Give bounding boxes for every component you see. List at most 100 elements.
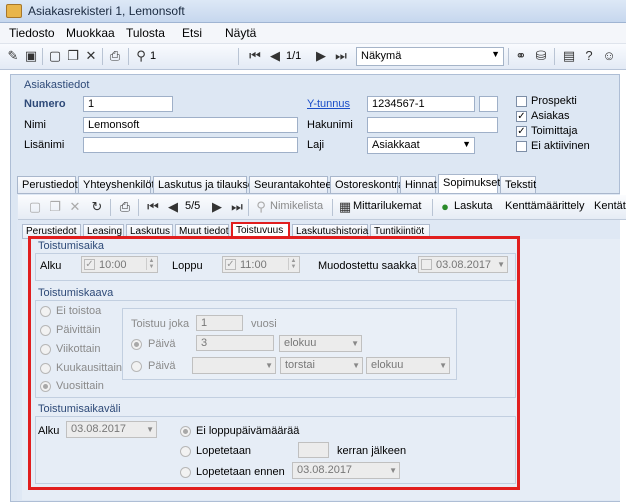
prospekti-checkbox[interactable]: [516, 96, 527, 107]
end-by-field: 03.08.2017 ▼: [292, 462, 400, 479]
search-icon[interactable]: ⚲: [254, 200, 268, 214]
last-record-icon[interactable]: ⏭: [230, 200, 244, 214]
mittarilukemat-button[interactable]: Mittarilukemat: [353, 200, 421, 212]
chevron-down-icon: ▼: [265, 361, 273, 370]
nimikelista-button[interactable]: Nimikelista: [270, 200, 323, 212]
binoculars-icon[interactable]: ⚲: [134, 49, 148, 63]
start-time-label: Alku: [40, 260, 62, 272]
menu-tulosta[interactable]: Tulosta: [126, 26, 165, 40]
print-icon[interactable]: ⎙: [108, 49, 122, 63]
previous-record-icon[interactable]: ◀: [268, 49, 282, 63]
kenttamaarittely-button[interactable]: Kenttämäärittely: [505, 200, 584, 212]
day-field: 3: [196, 335, 274, 351]
spinner-icon: ▲ ▼: [288, 258, 298, 270]
menu-tiedosto[interactable]: Tiedosto: [9, 26, 55, 40]
ei-aktiivinen-checkbox[interactable]: [516, 141, 527, 152]
radio-end-by[interactable]: [180, 467, 191, 478]
day2-month-value: elokuu: [371, 359, 404, 371]
chevron-down-icon: ▼: [352, 361, 360, 370]
range-start-label: Alku: [38, 425, 60, 437]
nimi-label: Nimi: [24, 119, 46, 131]
day2-label: Päivä: [148, 360, 176, 372]
hakunimi-field[interactable]: [367, 117, 498, 133]
radio-kuukausittain[interactable]: [40, 363, 51, 374]
laskuta-button[interactable]: Laskuta: [454, 200, 493, 212]
recurrence-pattern-title: Toistumiskaava: [38, 287, 114, 299]
copy-icon[interactable]: ❐: [66, 49, 80, 63]
nimi-field[interactable]: Lemonsoft: [83, 117, 298, 133]
tab-hinnat[interactable]: Hinnat: [400, 176, 437, 194]
copy-icon[interactable]: ❐: [48, 200, 62, 214]
delete-icon[interactable]: ✕: [84, 49, 98, 63]
new-icon[interactable]: ▢: [28, 200, 42, 214]
asiakas-checkbox[interactable]: ✓: [516, 111, 527, 122]
tab-seurantakohteet[interactable]: Seurantakohteet: [249, 176, 335, 194]
radio-weekday-of-month[interactable]: [131, 361, 142, 372]
user-icon[interactable]: ☺: [602, 49, 616, 63]
radio-vuosittain[interactable]: [40, 381, 51, 392]
tab-laskutus-ja-tilaukset[interactable]: Laskutus ja tilaukset: [153, 176, 257, 194]
next-record-icon[interactable]: ▶: [210, 200, 224, 214]
database-icon[interactable]: ⛁: [534, 49, 548, 63]
spinner-icon: ▲ ▼: [146, 258, 156, 270]
radio-paivittain[interactable]: [40, 325, 51, 336]
ytunnus-link[interactable]: Y-tunnus: [307, 98, 350, 110]
hakunimi-label: Hakunimi: [307, 119, 353, 131]
radio-end-after[interactable]: [180, 446, 191, 457]
vuosittain-label: Vuosittain: [56, 380, 104, 392]
menu-nayta[interactable]: Näytä: [225, 26, 256, 40]
ytunnus-extra-field[interactable]: [479, 96, 498, 112]
invoice-icon[interactable]: ●: [438, 200, 452, 214]
save-icon[interactable]: ▣: [24, 49, 38, 63]
title-bar: Asiakasrekisteri 1, Lemonsoft: [0, 0, 626, 23]
kentat-button[interactable]: Kentät: [594, 200, 626, 212]
first-record-icon[interactable]: ⏮: [146, 200, 160, 214]
edit-icon[interactable]: ✎: [6, 49, 20, 63]
chevron-down-icon: ▼: [462, 139, 471, 149]
ytunnus-field[interactable]: 1234567-1: [367, 96, 475, 112]
ei-aktiivinen-label: Ei aktiivinen: [531, 140, 590, 152]
link-icon[interactable]: ⚭: [514, 49, 528, 63]
print-icon[interactable]: ⎙: [118, 200, 132, 214]
asiakas-label: Asiakas: [531, 110, 570, 122]
radio-viikottain[interactable]: [40, 344, 51, 355]
help-icon[interactable]: ?: [582, 49, 596, 63]
next-record-icon[interactable]: ▶: [314, 49, 328, 63]
menu-muokkaa[interactable]: Muokkaa: [66, 26, 115, 40]
modified-until-label: Muodostettu saakka: [318, 260, 417, 272]
view-select[interactable]: Näkymä ▼: [356, 47, 504, 66]
end-by-label: Lopetetaan ennen: [196, 466, 285, 478]
radio-ei-toistoa[interactable]: [40, 306, 51, 317]
meter-icon[interactable]: ▦: [338, 200, 352, 214]
delete-icon[interactable]: ✕: [68, 200, 82, 214]
laji-label: Laji: [307, 139, 325, 151]
radio-no-end-date[interactable]: [180, 426, 191, 437]
tab-ostoreskontra[interactable]: Ostoreskontra: [330, 176, 404, 194]
toolbar: ✎ ▣ ▢ ❐ ✕ ⎙ ⚲ 1 ⏮ ◀ 1/1 ▶ ⏭ Näkymä ▼ ⚭ ⛁…: [0, 44, 626, 70]
tab-tekstit[interactable]: Tekstit: [500, 176, 536, 194]
day-label: Päivä: [148, 338, 176, 350]
refresh-icon[interactable]: ↻: [90, 200, 104, 214]
menu-etsi[interactable]: Etsi: [182, 26, 202, 40]
tab-perustiedot[interactable]: Perustiedot: [17, 176, 78, 194]
first-record-icon[interactable]: ⏮: [248, 49, 262, 63]
radio-day-of-month[interactable]: [131, 339, 142, 350]
modified-until-field: 03.08.2017 ▼: [418, 256, 508, 273]
last-record-icon[interactable]: ⏭: [334, 49, 348, 63]
toimittaja-label: Toimittaja: [531, 125, 578, 137]
new-icon[interactable]: ▢: [48, 49, 62, 63]
tab-yhteyshenkilot[interactable]: Yhteyshenkilöt: [78, 176, 155, 194]
day-month-value: elokuu: [284, 337, 317, 349]
numero-field[interactable]: 1: [83, 96, 173, 112]
previous-record-icon[interactable]: ◀: [166, 200, 180, 214]
app-icon: [6, 4, 22, 18]
lisanimi-field[interactable]: [83, 137, 298, 153]
range-start-value: 03.08.2017: [71, 423, 127, 435]
laji-select[interactable]: Asiakkaat ▼: [367, 137, 475, 154]
tab-sopimukset[interactable]: Sopimukset: [438, 174, 500, 194]
end-after-suffix: kerran jälkeen: [337, 445, 407, 457]
window-icon[interactable]: ▤: [562, 49, 576, 63]
chevron-down-icon: ▼: [439, 361, 447, 370]
repeat-every-unit: vuosi: [251, 318, 277, 330]
toimittaja-checkbox[interactable]: ✓: [516, 126, 527, 137]
